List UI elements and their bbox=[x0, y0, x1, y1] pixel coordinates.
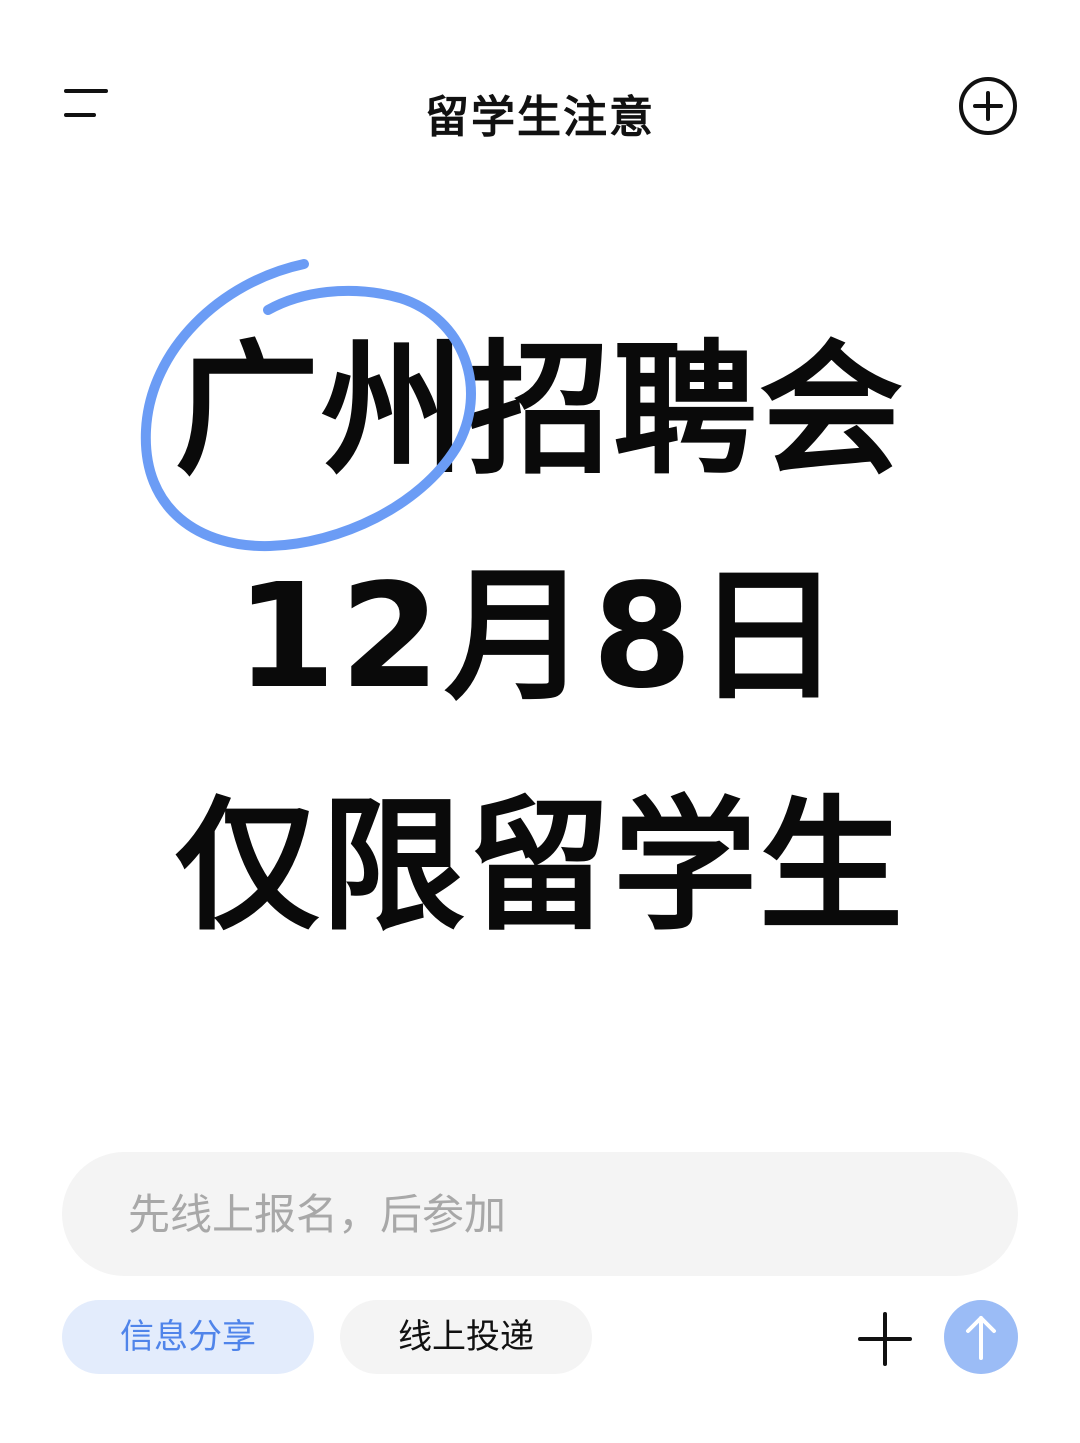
headline-line-3: 仅限留学生 bbox=[174, 782, 905, 950]
plus-icon bbox=[858, 1312, 912, 1366]
page-title: 留学生注意 bbox=[425, 92, 655, 143]
menu-icon-line-short bbox=[64, 113, 96, 117]
menu-icon-line-long bbox=[64, 89, 108, 93]
chip-online-submit[interactable]: 线上投递 bbox=[340, 1300, 592, 1374]
add-circle-icon bbox=[959, 77, 1017, 135]
arrow-up-icon bbox=[966, 1316, 996, 1360]
menu-button[interactable] bbox=[56, 80, 116, 132]
send-button[interactable] bbox=[944, 1300, 1018, 1374]
headline-line-1: 广州招聘会 bbox=[174, 326, 905, 494]
add-button[interactable] bbox=[956, 74, 1020, 138]
message-input-container bbox=[62, 1152, 1018, 1276]
message-input[interactable] bbox=[126, 1188, 950, 1240]
headline-line-2: 12月8日 bbox=[235, 552, 845, 720]
chip-info-share[interactable]: 信息分享 bbox=[62, 1300, 314, 1374]
attach-button[interactable] bbox=[856, 1310, 914, 1368]
